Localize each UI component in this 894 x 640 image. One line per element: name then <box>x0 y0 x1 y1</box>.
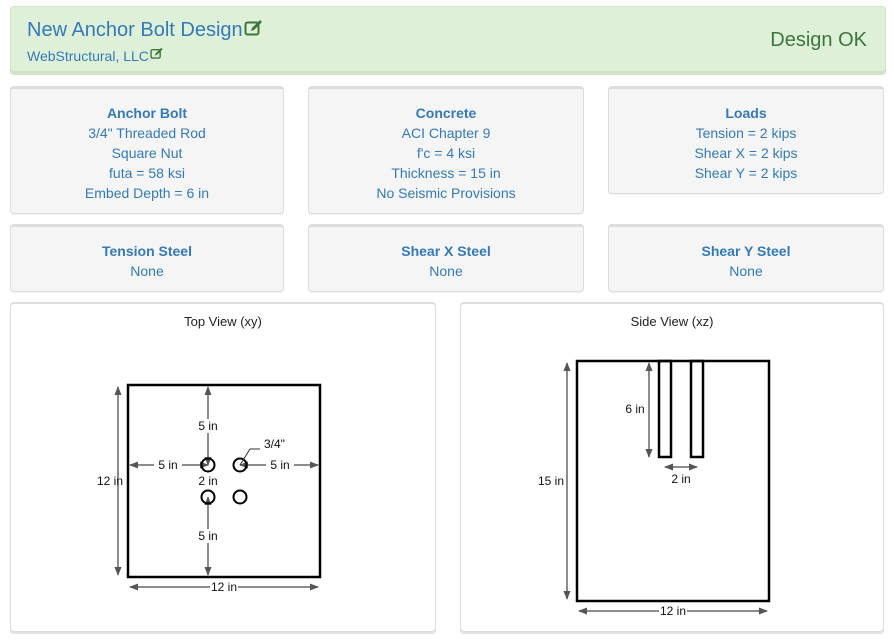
edit-company-icon[interactable] <box>150 47 164 65</box>
card-title: Anchor Bolt <box>106 105 188 121</box>
company-name[interactable]: WebStructural, LLC <box>27 48 149 64</box>
design-header: New Anchor Bolt Design WebStructural, LL… <box>10 6 886 75</box>
card-line: Square Nut <box>111 145 183 161</box>
side-view-labels: 15 in 12 in 6 in 2 in <box>538 402 691 618</box>
embed-label: 6 in <box>625 402 644 416</box>
width-label: 12 in <box>660 604 686 618</box>
top-view-panel: Top View (xy) 12 in 12 in 5 in 5 in 5 in… <box>10 302 436 632</box>
spacing-label: 2 in <box>198 474 217 488</box>
top-view-labels: 12 in 12 in 5 in 5 in 5 in 5 in 2 in 3/4… <box>97 419 290 594</box>
shear-y-steel-card[interactable]: Shear Y Steel None <box>608 224 884 292</box>
card-title: Shear X Steel <box>401 243 491 259</box>
concrete-outline <box>126 383 322 579</box>
anchor-bolt-rod <box>657 359 673 459</box>
card-line: None <box>429 263 463 279</box>
edge-bottom-label: 5 in <box>198 529 217 543</box>
width-label: 12 in <box>211 580 237 594</box>
tension-steel-card[interactable]: Tension Steel None <box>10 224 284 292</box>
card-line: None <box>729 263 763 279</box>
thickness-label: 15 in <box>538 474 564 488</box>
anchor-bolt-card[interactable]: Anchor Bolt 3/4" Threaded Rod Square Nut… <box>10 86 284 214</box>
title-row: New Anchor Bolt Design <box>27 19 264 42</box>
card-line: Thickness = 15 in <box>391 165 501 181</box>
bolt-diameter-label: 3/4" <box>264 437 285 451</box>
side-view-panel: Side View (xz) 15 in 12 in 6 in 2 in <box>460 302 884 632</box>
design-title[interactable]: New Anchor Bolt Design <box>27 19 243 42</box>
top-view-dimensions <box>114 386 319 594</box>
edge-left-label: 5 in <box>158 458 177 472</box>
card-line: None <box>130 263 164 279</box>
card-title: Shear Y Steel <box>701 243 791 259</box>
card-line: f'c = 4 ksi <box>416 145 476 161</box>
card-line: 3/4" Threaded Rod <box>88 125 206 141</box>
anchor-bolt-rod <box>689 359 705 459</box>
card-line: futa = 58 ksi <box>109 165 185 181</box>
card-title: Tension Steel <box>102 243 192 259</box>
company-row: WebStructural, LLC <box>27 47 164 65</box>
edge-right-label: 5 in <box>270 458 289 472</box>
card-line: Tension = 2 kips <box>695 125 797 141</box>
card-line: Shear Y = 2 kips <box>694 165 798 181</box>
diameter-leader <box>239 448 260 466</box>
side-view-drawing: 15 in 12 in 6 in 2 in <box>538 359 771 618</box>
side-view-dimensions <box>563 362 768 618</box>
card-line: Embed Depth = 6 in <box>84 185 210 201</box>
edge-top-label: 5 in <box>198 419 217 433</box>
height-label: 12 in <box>97 474 123 488</box>
shear-x-steel-card[interactable]: Shear X Steel None <box>308 224 584 292</box>
card-title: Concrete <box>415 105 477 121</box>
edit-title-icon[interactable] <box>244 19 264 42</box>
spacing-label: 2 in <box>671 472 690 486</box>
card-line: Shear X = 2 kips <box>694 145 798 161</box>
concrete-card[interactable]: Concrete ACI Chapter 9 f'c = 4 ksi Thick… <box>308 86 584 214</box>
card-title: Loads <box>725 105 767 121</box>
bolt-group <box>657 359 705 459</box>
anchor-bolt <box>232 489 248 505</box>
card-line: No Seismic Provisions <box>376 185 516 201</box>
card-line: ACI Chapter 9 <box>401 125 491 141</box>
design-status: Design OK <box>770 29 867 51</box>
loads-card[interactable]: Loads Tension = 2 kips Shear X = 2 kips … <box>608 86 884 194</box>
top-view-drawing: 12 in 12 in 5 in 5 in 5 in 5 in 2 in 3/4… <box>97 383 322 594</box>
